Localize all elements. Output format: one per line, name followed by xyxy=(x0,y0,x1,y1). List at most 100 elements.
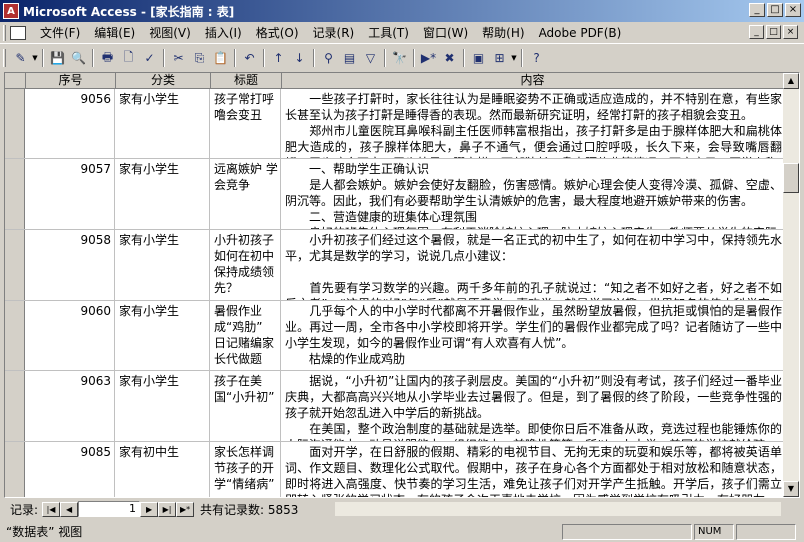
cut-icon[interactable]: ✂ xyxy=(168,48,189,68)
menu-format[interactable]: 格式(O) xyxy=(250,24,307,42)
apply-filter-icon[interactable]: ▽ xyxy=(360,48,381,68)
toolbar-separator xyxy=(463,49,465,67)
filter-by-selection-icon[interactable]: ⚲ xyxy=(318,48,339,68)
cell-seq[interactable]: 9060 xyxy=(26,301,115,370)
scroll-thumb[interactable] xyxy=(783,163,799,193)
menu-file[interactable]: 文件(F) xyxy=(34,24,88,42)
cell-seq[interactable]: 9058 xyxy=(26,230,115,300)
cell-title[interactable]: 远离嫉妒 学会竞争 xyxy=(211,159,281,229)
cell-title[interactable]: 小升初孩子如何在初中保持成绩领先？ xyxy=(211,230,281,300)
doc-close-button[interactable]: × xyxy=(783,25,798,39)
menu-grip[interactable] xyxy=(3,24,6,41)
toolbar-separator xyxy=(234,49,236,67)
record-selector[interactable] xyxy=(5,371,25,441)
column-header-category[interactable]: 分类 xyxy=(116,73,211,89)
file-search-icon[interactable]: 🔍 xyxy=(68,48,89,68)
horizontal-scrollbar[interactable] xyxy=(334,501,782,517)
cell-content[interactable]: 一些孩子打鼾时，家长往往认为是睡眠姿势不正确或适应造成的，并不特别在意，有些家长… xyxy=(282,89,784,158)
view-icon[interactable]: ✎ xyxy=(10,48,31,68)
spelling-icon[interactable]: ✓ xyxy=(139,48,160,68)
close-button[interactable]: × xyxy=(785,3,801,17)
cell-category[interactable]: 家有小学生 xyxy=(116,301,210,370)
copy-icon[interactable]: ⎘ xyxy=(189,48,210,68)
cell-content[interactable]: 一、帮助学生正确认识 是人都会嫉妒。嫉妒会使好友翻脸，伤害感情。嫉妒心理会使人变… xyxy=(282,159,784,229)
sort-descending-icon[interactable]: ↓ xyxy=(289,48,310,68)
cell-seq[interactable]: 9085 xyxy=(26,442,115,497)
first-record-button[interactable]: |◀ xyxy=(42,501,61,517)
access-app-icon[interactable]: A xyxy=(3,3,19,19)
menu-insert[interactable]: 插入(I) xyxy=(199,24,250,42)
cell-title[interactable]: 孩子在美国“小升初” xyxy=(211,371,281,441)
view-dropdown-icon[interactable]: ▼ xyxy=(31,54,39,62)
cell-title[interactable]: 暑假作业成“鸡肋” 日记赌编家长代做题 xyxy=(211,301,281,370)
menu-view[interactable]: 视图(V) xyxy=(143,24,199,42)
table-row[interactable]: 9058 家有小学生 小升初孩子如何在初中保持成绩领先？ 小升初孩子们经过这个暑… xyxy=(5,230,784,301)
toolbar-grip[interactable] xyxy=(3,49,6,67)
delete-record-icon[interactable]: ✖ xyxy=(439,48,460,68)
print-icon[interactable]: 🖶 xyxy=(97,48,118,68)
column-header-content[interactable]: 内容 xyxy=(282,73,784,89)
menu-help[interactable]: 帮助(H) xyxy=(476,24,532,42)
cell-category[interactable]: 家有小学生 xyxy=(116,89,210,158)
menu-window[interactable]: 窗口(W) xyxy=(417,24,476,42)
minimize-button[interactable]: _ xyxy=(749,3,765,17)
last-record-button[interactable]: ▶| xyxy=(158,501,177,517)
table-row[interactable]: 9063 家有小学生 孩子在美国“小升初” 据说，“小升初”让国内的孩子剥层皮。… xyxy=(5,371,784,442)
table-document-icon[interactable] xyxy=(10,25,26,40)
cell-content[interactable]: 小升初孩子们经过这个暑假，就是一名正式的初中生了，如何在初中学习中，保持领先水平… xyxy=(282,230,784,300)
vertical-scrollbar[interactable]: ▲ ▼ xyxy=(783,73,799,497)
column-header-seq[interactable]: 序号 xyxy=(26,73,116,89)
select-all-corner[interactable] xyxy=(5,73,26,89)
cell-title[interactable]: 家长怎样调节孩子的开学“情绪病” xyxy=(211,442,281,497)
sort-ascending-icon[interactable]: ↑ xyxy=(268,48,289,68)
paste-icon[interactable]: 📋 xyxy=(210,48,231,68)
cell-seq[interactable]: 9063 xyxy=(26,371,115,441)
cell-category[interactable]: 家有小学生 xyxy=(116,230,210,300)
doc-minimize-button[interactable]: _ xyxy=(749,25,764,39)
maximize-button[interactable]: □ xyxy=(767,3,783,17)
record-selector[interactable] xyxy=(5,159,25,229)
table-row[interactable]: 9056 家有小学生 孩子常打呼噜会变丑 一些孩子打鼾时，家长往往认为是睡眠姿势… xyxy=(5,89,784,159)
cell-content[interactable]: 几乎每个人的中小学时代都离不开暑假作业，虽然盼望放暑假，但抗拒或惧怕的是暑假作业… xyxy=(282,301,784,370)
cell-category[interactable]: 家有小学生 xyxy=(116,159,210,229)
record-selector[interactable] xyxy=(5,230,25,300)
cell-content[interactable]: 据说，“小升初”让国内的孩子剥层皮。美国的“小升初”则没有考试，孩子们经过一番毕… xyxy=(282,371,784,441)
cell-category[interactable]: 家有初中生 xyxy=(116,442,210,497)
new-object-dropdown-icon[interactable]: ▼ xyxy=(510,54,518,62)
menu-records[interactable]: 记录(R) xyxy=(307,24,363,42)
new-record-icon[interactable]: ▶* xyxy=(418,48,439,68)
status-panel xyxy=(736,523,796,540)
menu-adobe-pdf[interactable]: Adobe PDF(B) xyxy=(533,24,630,42)
undo-icon[interactable]: ↶ xyxy=(239,48,260,68)
database-window-icon[interactable]: ▣ xyxy=(468,48,489,68)
new-record-button[interactable]: ▶* xyxy=(176,501,195,517)
scroll-down-icon[interactable]: ▼ xyxy=(783,481,799,497)
current-record-input[interactable]: 1 xyxy=(78,501,141,517)
record-label: 记录: xyxy=(10,502,39,517)
help-icon[interactable]: ? xyxy=(526,48,547,68)
record-selector[interactable] xyxy=(5,301,25,370)
menu-tools[interactable]: 工具(T) xyxy=(362,24,417,42)
scroll-up-icon[interactable]: ▲ xyxy=(783,73,799,89)
previous-record-button[interactable]: ◀ xyxy=(60,501,79,517)
save-icon[interactable]: 💾 xyxy=(47,48,68,68)
toolbar: ✎ ▼ 💾 🔍 🖶 🗋 ✓ ✂ ⎘ 📋 ↶ ↑ ↓ ⚲ ▤ ▽ 🔭 ▶* ✖ ▣… xyxy=(0,45,804,71)
menu-edit[interactable]: 编辑(E) xyxy=(88,24,143,42)
table-row[interactable]: 9060 家有小学生 暑假作业成“鸡肋” 日记赌编家长代做题 几乎每个人的中小学… xyxy=(5,301,784,371)
cell-category[interactable]: 家有小学生 xyxy=(116,371,210,441)
find-icon[interactable]: 🔭 xyxy=(389,48,410,68)
record-selector[interactable] xyxy=(5,442,25,497)
cell-seq[interactable]: 9057 xyxy=(26,159,115,229)
column-header-title[interactable]: 标题 xyxy=(211,73,282,89)
table-row[interactable]: 9085 家有初中生 家长怎样调节孩子的开学“情绪病” 面对开学，在日舒服的假期… xyxy=(5,442,784,497)
print-preview-icon[interactable]: 🗋 xyxy=(118,48,139,68)
doc-restore-button[interactable]: □ xyxy=(766,25,781,39)
record-selector[interactable] xyxy=(5,89,25,158)
cell-title[interactable]: 孩子常打呼噜会变丑 xyxy=(211,89,281,158)
table-row[interactable]: 9057 家有小学生 远离嫉妒 学会竞争 一、帮助学生正确认识 是人都会嫉妒。嫉… xyxy=(5,159,784,230)
cell-content[interactable]: 面对开学，在日舒服的假期、精彩的电视节目、无拘无束的玩耍和娱乐等，都将被英语单词… xyxy=(282,442,784,497)
filter-by-form-icon[interactable]: ▤ xyxy=(339,48,360,68)
new-object-icon[interactable]: ⊞ xyxy=(489,48,510,68)
cell-seq[interactable]: 9056 xyxy=(26,89,115,158)
next-record-button[interactable]: ▶ xyxy=(140,501,159,517)
